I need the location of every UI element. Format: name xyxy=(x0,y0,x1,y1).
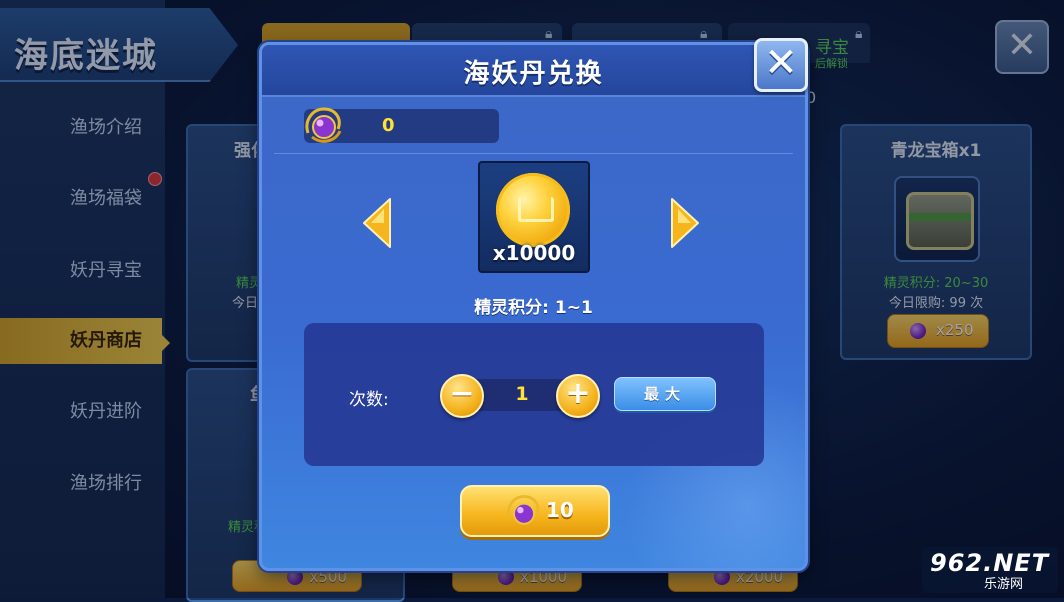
watermark: 962.NET 乐游网 xyxy=(922,547,1058,593)
dialog-header: 海妖丹兑换 xyxy=(262,45,805,97)
dialog-close-button[interactable]: ✕ xyxy=(754,38,808,92)
balance-value: 0 xyxy=(382,115,395,136)
exchange-button[interactable]: 10 xyxy=(460,485,610,537)
gold-coin-icon xyxy=(496,173,570,247)
next-item-button[interactable] xyxy=(670,197,700,249)
count-label: 次数: xyxy=(349,390,389,410)
divider xyxy=(274,153,793,154)
max-button[interactable]: 最大 xyxy=(614,377,716,411)
item-quantity: x10000 xyxy=(492,241,576,265)
previous-item-button[interactable] xyxy=(362,197,392,249)
exchange-item-frame: x10000 xyxy=(478,161,590,273)
exchange-cost: 10 xyxy=(546,498,574,522)
crown-icon xyxy=(518,197,554,222)
demon-pill-icon xyxy=(507,495,540,525)
watermark-text: 乐游网 xyxy=(984,577,1024,592)
dialog-title: 海妖丹兑换 xyxy=(463,59,604,89)
increase-button[interactable]: + xyxy=(556,374,600,418)
demon-pill-icon xyxy=(305,107,342,143)
quantity-value: 1 xyxy=(515,383,529,405)
quantity-panel: 次数: − 1 + 最大 xyxy=(304,323,764,466)
spirit-score-label: 精灵积分: 1~1 xyxy=(474,298,593,318)
exchange-dialog: 海妖丹兑换 0 x10000 精灵积分: 1~1 次数: − 1 + 最大 10 xyxy=(259,42,808,571)
decrease-button[interactable]: − xyxy=(440,374,484,418)
close-icon: ✕ xyxy=(764,40,798,86)
